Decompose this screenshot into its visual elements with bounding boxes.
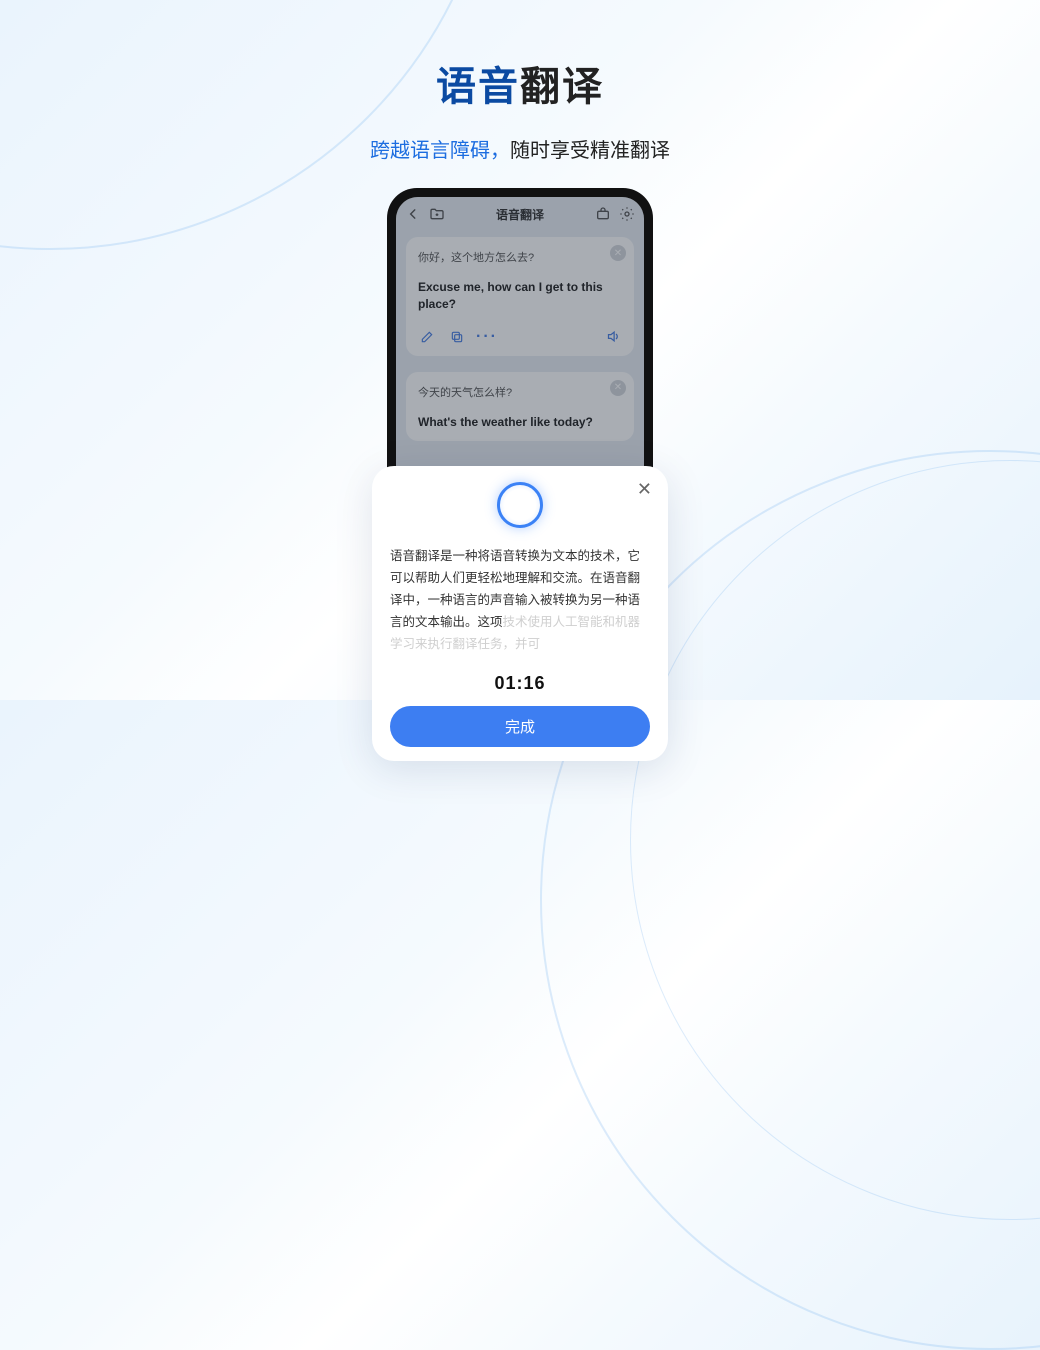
- subtitle-rest: 随时享受精准翻译: [510, 140, 670, 162]
- recording-sheet: ✕ 语音翻译是一种将语音转换为文本的技术，它可以帮助人们更轻松地理解和交流。在语…: [372, 466, 668, 761]
- source-text: 今天的天气怎么样?: [418, 384, 622, 400]
- close-icon[interactable]: ✕: [637, 480, 652, 498]
- edit-icon[interactable]: [418, 328, 436, 346]
- subtitle-accent: 跨越语言障碍，: [370, 140, 510, 162]
- gear-icon[interactable]: [618, 205, 636, 223]
- page-title: 语音翻译: [0, 54, 1040, 112]
- toolkit-icon[interactable]: [594, 205, 612, 223]
- copy-icon[interactable]: [448, 328, 466, 346]
- card-close-icon[interactable]: ✕: [610, 380, 626, 396]
- speaker-icon[interactable]: [604, 328, 622, 346]
- card-actions: ···: [418, 328, 622, 346]
- recording-orb-wrap: [390, 482, 650, 528]
- translated-text: Excuse me, how can I get to this place?: [418, 279, 622, 314]
- translated-text: What's the weather like today?: [418, 414, 622, 431]
- back-icon[interactable]: [404, 205, 422, 223]
- headline: 语音翻译 跨越语言障碍，随时享受精准翻译: [0, 0, 1040, 163]
- translation-card: ✕ 今天的天气怎么样? What's the weather like toda…: [406, 372, 634, 441]
- screen-title: 语音翻译: [496, 206, 544, 223]
- done-button[interactable]: 完成: [390, 706, 650, 747]
- new-folder-icon[interactable]: [428, 205, 446, 223]
- translation-card: ✕ 你好，这个地方怎么去? Excuse me, how can I get t…: [406, 237, 634, 356]
- more-icon[interactable]: ···: [478, 328, 496, 346]
- title-accent: 语音: [436, 65, 520, 109]
- bg-swoosh: [630, 460, 1040, 1220]
- title-rest: 翻译: [520, 65, 604, 109]
- source-text: 你好，这个地方怎么去?: [418, 249, 622, 265]
- recording-orb-icon: [497, 482, 543, 528]
- app-bar: 语音翻译: [396, 197, 644, 229]
- timer: 01:16: [390, 673, 650, 694]
- subtitle: 跨越语言障碍，随时享受精准翻译: [0, 134, 1040, 163]
- card-close-icon[interactable]: ✕: [610, 245, 626, 261]
- transcript-body: 语音翻译是一种将语音转换为文本的技术，它可以帮助人们更轻松地理解和交流。在语音翻…: [390, 546, 650, 655]
